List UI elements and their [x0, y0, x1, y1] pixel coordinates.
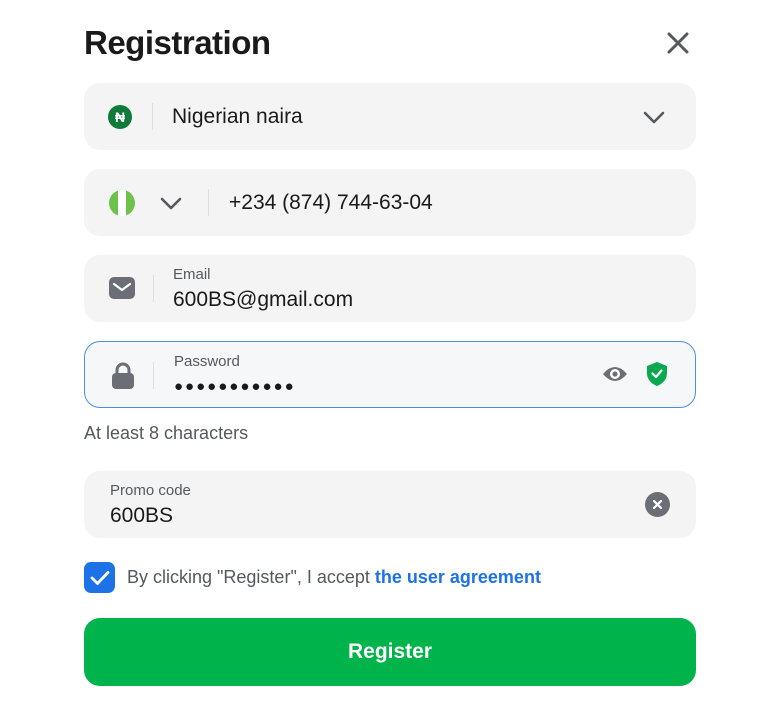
email-field[interactable]: Email 600BS@gmail.com [84, 255, 696, 322]
password-hint: At least 8 characters [84, 423, 249, 443]
mail-icon [109, 277, 135, 299]
password-label: Password [174, 353, 240, 370]
naira-icon: ₦ [108, 105, 132, 129]
nigeria-flag-icon [109, 190, 135, 216]
promo-label: Promo code [110, 482, 191, 499]
divider [208, 189, 209, 216]
email-value[interactable]: 600BS@gmail.com [173, 288, 353, 312]
promo-value[interactable]: 600BS [110, 504, 173, 528]
country-chevron-down-icon[interactable] [159, 193, 183, 213]
currency-value: Nigerian naira [172, 105, 303, 128]
agreement-text: By clicking "Register", I accept the use… [127, 567, 541, 588]
user-agreement-link[interactable]: the user agreement [375, 567, 541, 587]
phone-field[interactable]: +234 (874) 744-63-04 [84, 169, 696, 236]
agreement-row: By clicking "Register", I accept the use… [84, 562, 696, 594]
chevron-down-icon [643, 111, 665, 124]
password-value[interactable]: ●●●●●●●●●●● [174, 378, 296, 395]
promo-code-field[interactable]: Promo code 600BS [84, 471, 696, 538]
close-button[interactable] [662, 27, 694, 59]
divider [153, 275, 154, 302]
email-label: Email [173, 266, 211, 283]
shield-check-icon [647, 362, 667, 386]
currency-select[interactable]: ₦ Nigerian naira [84, 83, 696, 150]
divider [152, 103, 153, 130]
agreement-checkbox[interactable] [84, 562, 115, 593]
lock-icon [112, 362, 134, 389]
page-title: Registration [84, 24, 271, 61]
register-button[interactable]: Register [84, 618, 696, 686]
close-icon [667, 32, 689, 54]
eye-icon[interactable] [602, 364, 628, 384]
check-icon [90, 570, 109, 585]
clear-icon[interactable] [645, 492, 670, 517]
agreement-prefix: By clicking "Register", I accept [127, 567, 375, 587]
divider [153, 362, 154, 389]
password-field[interactable]: Password ●●●●●●●●●●● [84, 341, 696, 408]
phone-value[interactable]: +234 (874) 744-63-04 [229, 191, 433, 215]
